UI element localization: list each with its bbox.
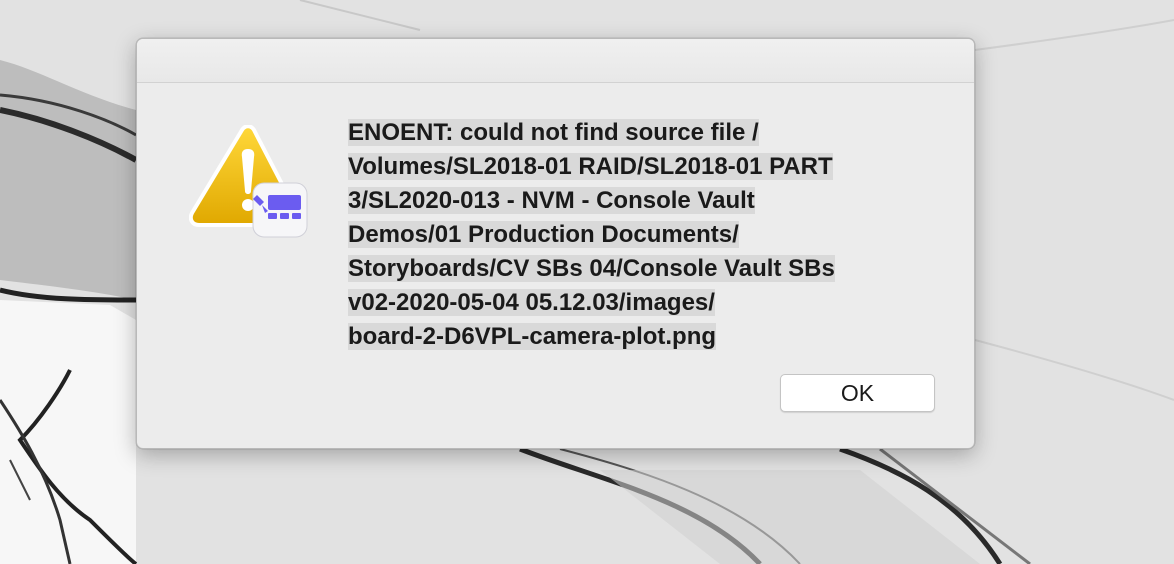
ok-button[interactable]: OK — [780, 374, 935, 412]
message-line: ENOENT: could not find source file / — [348, 119, 759, 146]
alert-dialog: ENOENT: could not find source file / Vol… — [136, 38, 975, 449]
message-line: v02-2020-05-04 05.12.03/images/ — [348, 289, 715, 316]
message-line: Demos/01 Production Documents/ — [348, 221, 739, 248]
message-line: Storyboards/CV SBs 04/Console Vault SBs — [348, 255, 835, 282]
error-message-text: ENOENT: could not find source file / Vol… — [348, 116, 923, 354]
warning-app-icon — [188, 124, 311, 241]
message-line: 3/SL2020-013 - NVM - Console Vault — [348, 187, 755, 214]
message-line: board-2-D6VPL-camera-plot.png — [348, 323, 717, 350]
message-line: Volumes/SL2018-01 RAID/SL2018-01 PART — [348, 153, 833, 180]
dialog-title-bar[interactable] — [137, 39, 974, 83]
error-message: ENOENT: could not find source file / Vol… — [348, 116, 923, 354]
